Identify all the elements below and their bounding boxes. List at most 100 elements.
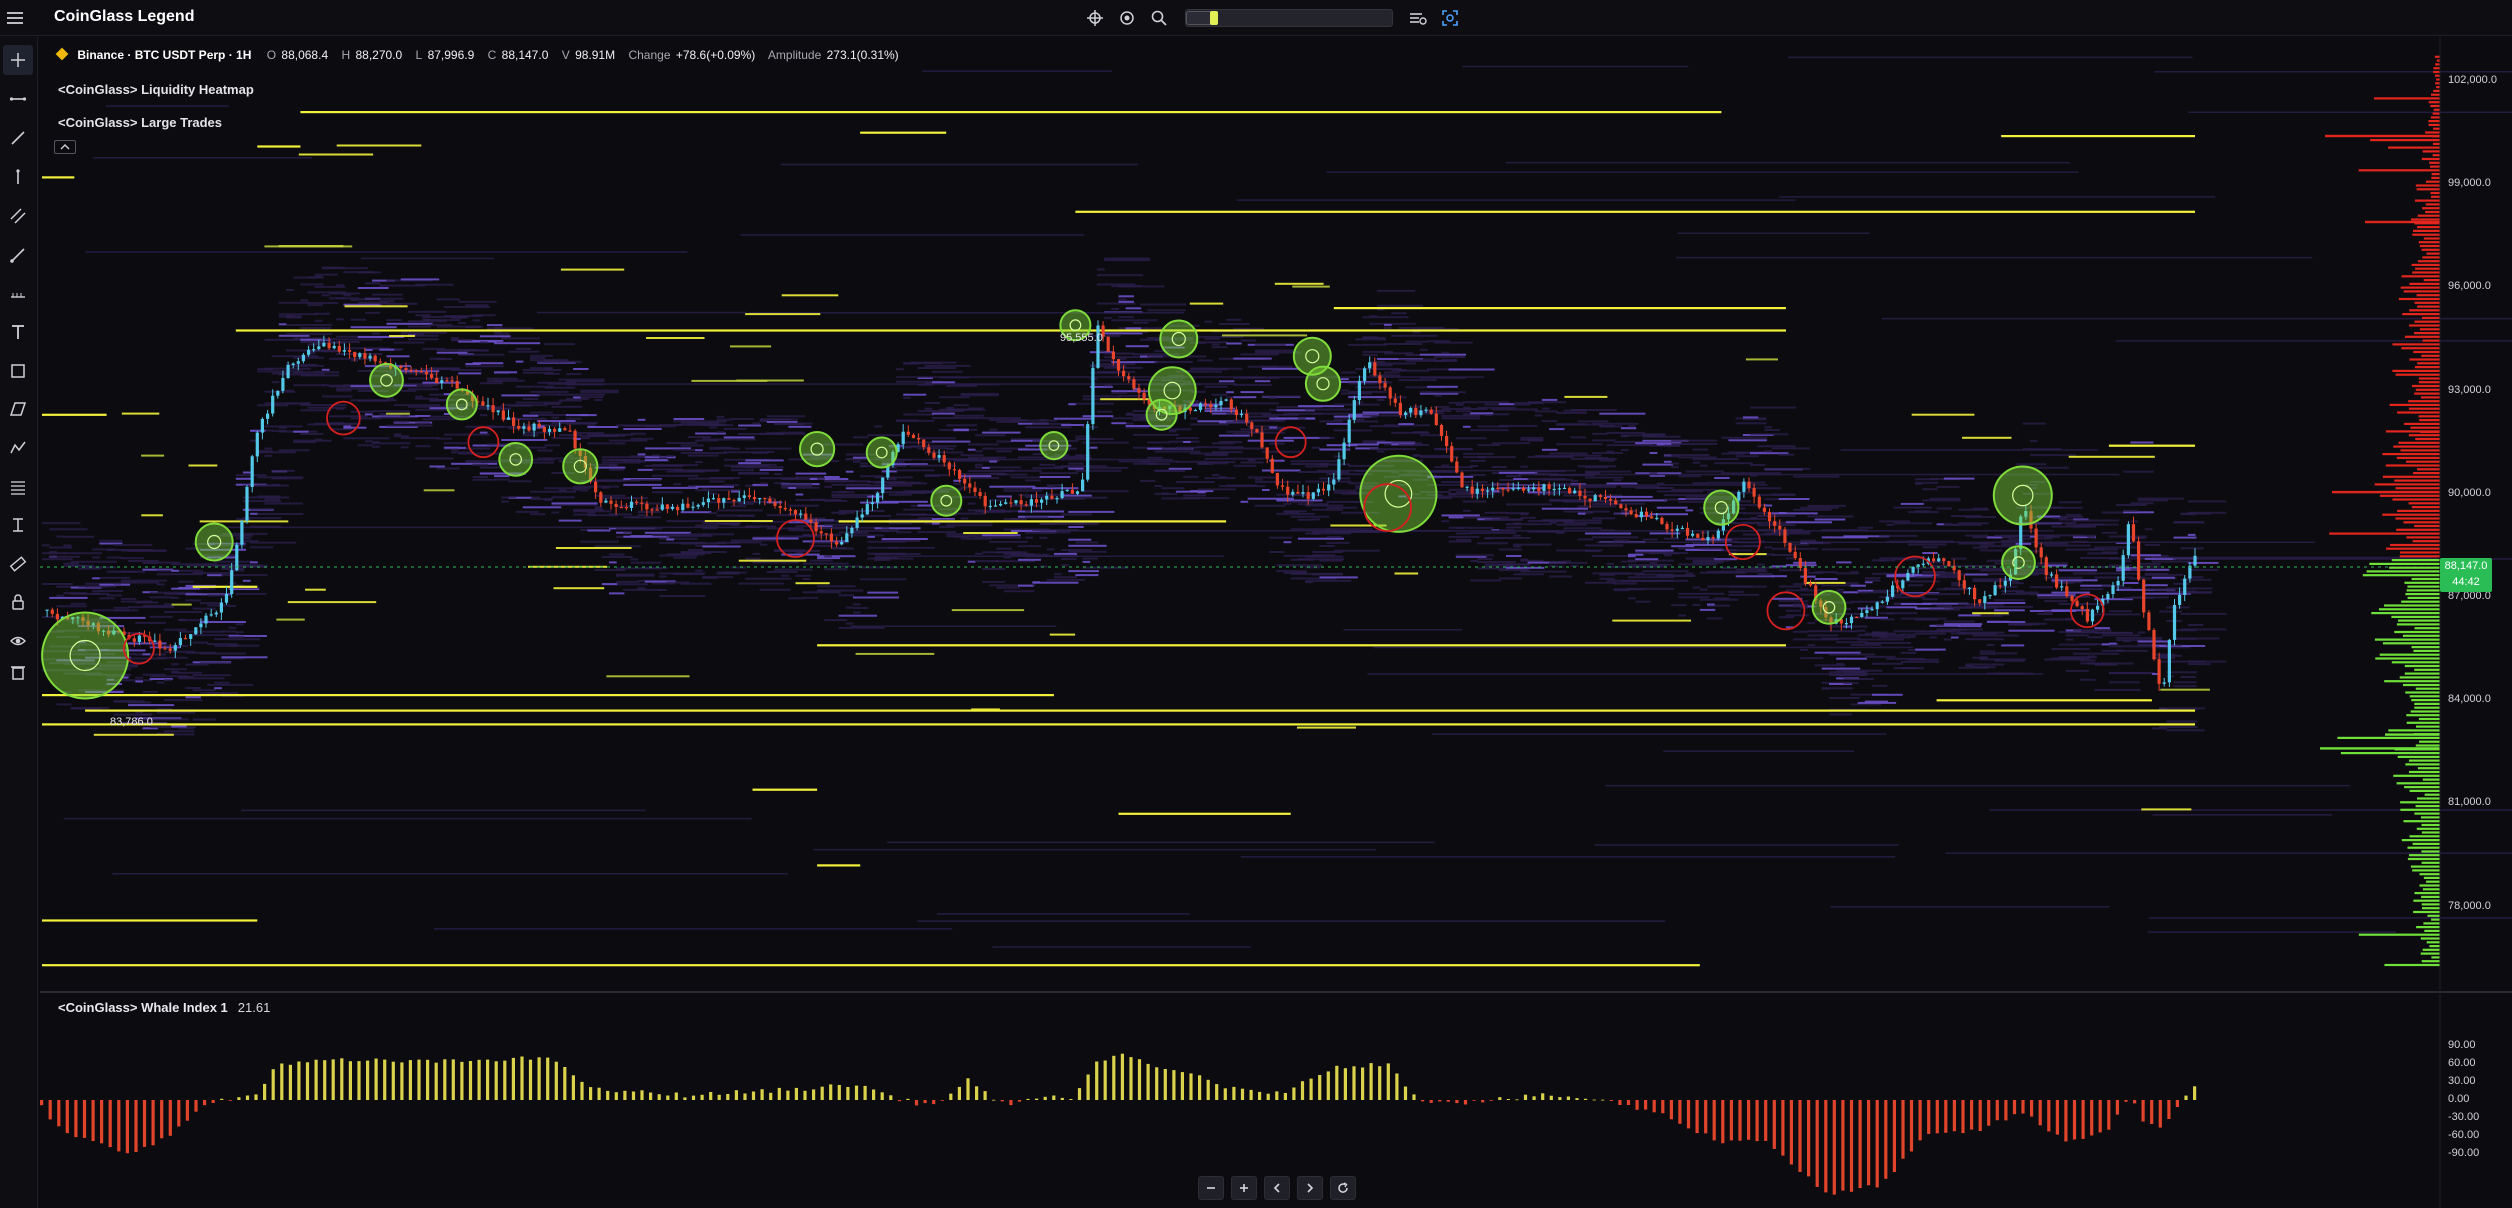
heatmap-cell: [2123, 568, 2170, 571]
screenshot-icon[interactable]: [1438, 6, 1462, 30]
parallel-channel-tool-button[interactable]: [3, 201, 33, 231]
text-tool-tool-button[interactable]: [3, 317, 33, 347]
bid-depth-bar: [2420, 952, 2440, 955]
lock-tool-button[interactable]: [3, 587, 33, 617]
liquidity-level-line: [752, 788, 818, 791]
heatmap-cell: [501, 439, 548, 441]
whale-bar-negative: [1463, 1100, 1468, 1105]
reset-chart-button[interactable]: [1330, 1176, 1356, 1200]
whale-bar-negative: [2090, 1100, 2094, 1136]
heatmap-cell: [824, 476, 840, 478]
heatmap-cell: [659, 595, 706, 598]
app-title: CoinGlass Legend: [54, 8, 195, 25]
zoom-slider[interactable]: [1185, 9, 1393, 27]
candle-up: [1911, 567, 1915, 573]
cursor-crosshair-tool-button[interactable]: [3, 45, 33, 75]
trash-tool-button[interactable]: [3, 657, 33, 687]
zoom-slider-handle[interactable]: [1210, 11, 1218, 25]
bid-depth-bar: [2415, 744, 2440, 747]
layout-settings-icon[interactable]: [1406, 6, 1430, 30]
liquidity-level-dash: [188, 464, 218, 467]
zoom-out-button[interactable]: [1198, 1176, 1224, 1200]
heatmap-cell: [1046, 485, 1055, 488]
heatmap-cell: [616, 573, 655, 576]
crosshair-settings-icon[interactable]: [1083, 6, 1107, 30]
heatmap-cell: [228, 605, 237, 607]
scroll-left-button[interactable]: [1264, 1176, 1290, 1200]
candle-down: [1537, 487, 1541, 491]
indicator-liquidity-heatmap[interactable]: <CoinGlass> Liquidity Heatmap: [58, 82, 254, 97]
bid-depth-bar: [2429, 945, 2440, 948]
heatmap-cell: [1663, 460, 1672, 463]
heatmap-cell: [92, 592, 100, 595]
heatmap-cell: [2159, 610, 2183, 613]
search-icon[interactable]: [1147, 6, 1171, 30]
ask-depth-bar: [2421, 157, 2440, 161]
heatmap-cell: [687, 469, 719, 472]
heatmap-cell: [1585, 532, 1632, 535]
heatmap-cell: [314, 438, 323, 441]
heatmap-cell: [494, 478, 510, 481]
whale-bar-positive: [829, 1084, 833, 1100]
candle-down: [968, 483, 972, 488]
menu-icon[interactable]: [6, 10, 28, 28]
heatmap-cell: [415, 395, 423, 398]
candle-down: [778, 506, 782, 508]
whale-bar-positive: [777, 1087, 781, 1100]
candle-up: [1239, 413, 1244, 415]
ruler-dots-tool-button[interactable]: [3, 279, 33, 309]
whale-bar-positive: [528, 1059, 533, 1100]
heatmap-cell: [537, 449, 553, 452]
chart-canvas[interactable]: [0, 0, 2512, 1208]
volume-label: V: [561, 48, 570, 62]
trend-line-tool-button[interactable]: [3, 123, 33, 153]
heatmap-cell: [975, 417, 1022, 420]
rectangle-tool-button[interactable]: [3, 356, 33, 386]
price-tick-label: 81,000.0: [2448, 796, 2491, 809]
heatmap-band: [1840, 449, 2099, 451]
candle-down: [1127, 376, 1131, 380]
price-tick-label: 99,000.0: [2448, 177, 2491, 190]
measure-tool-button[interactable]: [3, 510, 33, 540]
candle-up: [1214, 405, 1218, 408]
heatmap-cell: [171, 569, 179, 572]
scroll-right-button[interactable]: [1297, 1176, 1323, 1200]
heatmap-cell: [451, 339, 459, 342]
indicator-large-trades[interactable]: <CoinGlass> Large Trades: [58, 115, 222, 130]
whale-bar-negative: [1815, 1100, 1819, 1187]
heatmap-cell: [1900, 667, 1924, 670]
camera-settings-icon[interactable]: [1115, 6, 1139, 30]
eye-tool-button[interactable]: [3, 626, 33, 656]
candle-up: [1291, 491, 1295, 495]
ruler-tool-button[interactable]: [3, 549, 33, 579]
symbol-name[interactable]: Binance · BTC USDT Perp · 1H: [77, 48, 251, 62]
heatmap-cell: [1915, 632, 1946, 635]
wave-pattern-tool-button[interactable]: [3, 433, 33, 463]
heatmap-cell: [609, 561, 617, 564]
heatmap-cell: [996, 440, 1012, 443]
candle-up: [1040, 499, 1044, 503]
heatmap-cell: [113, 582, 122, 585]
heatmap-cell: [336, 284, 344, 287]
whale-index-legend[interactable]: <CoinGlass> Whale Index 1 21.61: [58, 1000, 270, 1015]
candle-down: [1629, 510, 1633, 515]
heatmap-cell: [838, 490, 847, 493]
heatmap-cell: [1663, 554, 1672, 557]
heatmap-cell: [1305, 465, 1329, 468]
candle-down: [594, 481, 598, 493]
heatmap-cell: [221, 574, 268, 577]
heatmap-cell: [1219, 476, 1227, 479]
vertical-line-tool-button[interactable]: [3, 162, 33, 192]
zoom-in-button[interactable]: [1231, 1176, 1257, 1200]
horizontal-line-tool-button[interactable]: [3, 84, 33, 114]
heatmap-cell: [637, 514, 646, 516]
fibonacci-tool-button[interactable]: [3, 472, 33, 502]
candle-down: [1501, 488, 1505, 490]
parallelogram-tool-button[interactable]: [3, 394, 33, 424]
candle-down: [399, 366, 403, 368]
collapse-legend-button[interactable]: [54, 140, 76, 154]
heatmap-cell: [1039, 463, 1055, 466]
heatmap-cell: [171, 671, 202, 674]
whale-bar-negative: [134, 1100, 138, 1152]
ray-tool-button[interactable]: [3, 240, 33, 270]
